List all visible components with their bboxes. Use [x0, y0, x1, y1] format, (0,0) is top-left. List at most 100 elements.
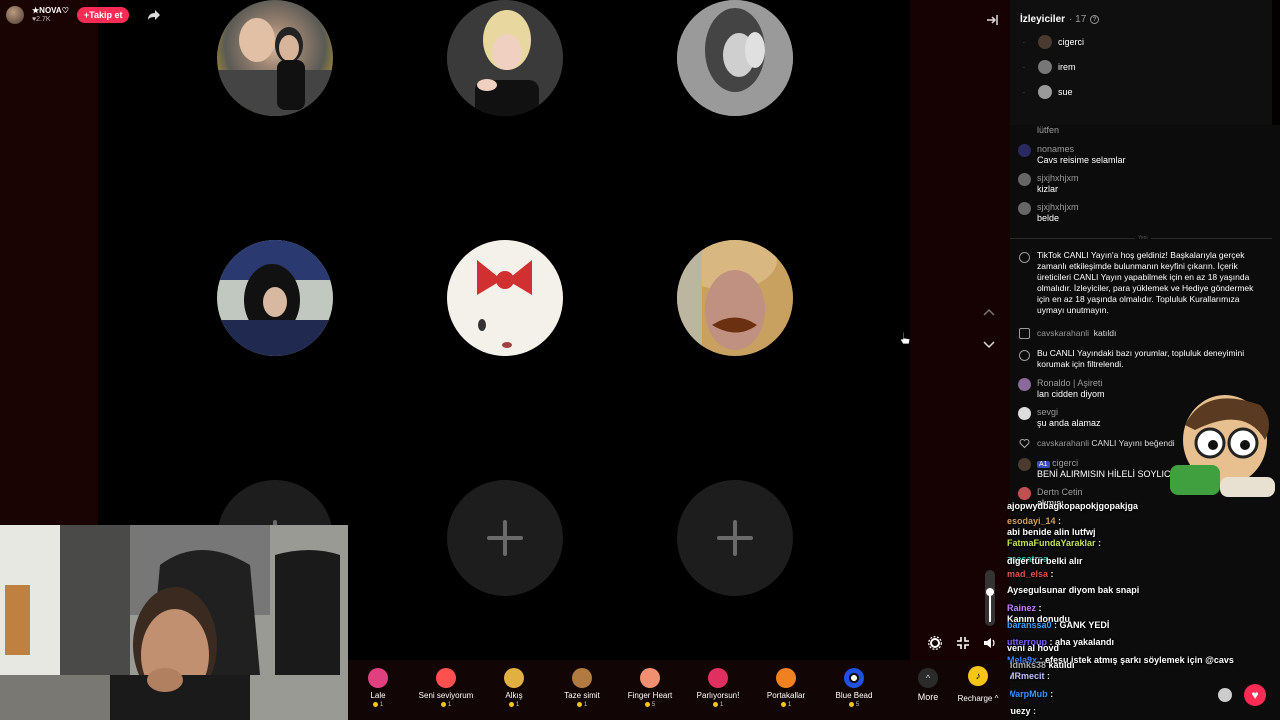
tiktok-live-screen: ★NOVA♡ ♥2.7K +Takip et İzleyiciler · 17 [0, 0, 1280, 720]
gift-item[interactable]: Finger Heart 5 [620, 668, 680, 708]
gift-item[interactable]: Portakallar 1 [756, 668, 816, 708]
guest-slot-4[interactable] [217, 240, 333, 356]
fullscreen-icon[interactable] [956, 636, 970, 650]
overlay-chat-line: ruezy : [1007, 706, 1036, 716]
gift-item[interactable]: Lale 1 [348, 668, 408, 708]
volume-icon[interactable] [983, 636, 997, 650]
join-username[interactable]: cavskarahanli [1037, 328, 1089, 338]
user-avatar[interactable] [1018, 202, 1031, 215]
overlay-chat-username: abi benide alin lutfwj [1007, 527, 1096, 537]
overlay-chat-username: FatmaFundaYaraklar [1007, 538, 1096, 548]
coin-icon [372, 702, 378, 707]
more-gifts-button[interactable]: ^ More [903, 668, 953, 702]
gift-price-value: 5 [855, 701, 860, 708]
system-welcome-message: TikTok CANLI Yayın'a hoş geldiniz! Başka… [1037, 250, 1254, 315]
gift-item[interactable]: Seni seviyorum 1 [416, 668, 476, 708]
guest-slot-1[interactable] [217, 0, 333, 116]
like-username[interactable]: cavskarahanli [1037, 438, 1089, 448]
viewer-item[interactable]: · irem [1010, 60, 1076, 74]
add-guest-slot-2[interactable] [447, 480, 563, 596]
guest-slot-6[interactable] [677, 240, 793, 356]
chevron-down-icon[interactable] [982, 340, 996, 350]
overlay-chat-username: Rainez [1007, 603, 1037, 613]
gift-label: Lale [370, 691, 386, 700]
gift-item[interactable]: Blue Bead 5 [824, 668, 884, 708]
guest-slot-3[interactable] [677, 0, 793, 116]
gift-price-value: 1 [583, 701, 588, 708]
add-guest-slot-3[interactable] [677, 480, 793, 596]
chevron-up-icon: ^ [918, 668, 938, 688]
viewers-panel: İzleyiciler · 17 ? · cigerci · irem · su… [1010, 0, 1272, 125]
guest-5-hello-kitty [447, 240, 563, 356]
divider-label: Yeni [1135, 235, 1151, 241]
gift-bar: Lale 1 Seni seviyorum 1 Alkış 1 Taze sim… [348, 660, 1010, 720]
overlay-chat-text: : [1055, 516, 1062, 526]
chat-username[interactable]: sjxjhxhjxm [1037, 202, 1079, 213]
user-avatar[interactable] [1018, 378, 1031, 391]
heart-icon[interactable]: ♥ [1244, 684, 1266, 706]
emoji-icon[interactable] [1218, 688, 1232, 702]
gift-price-value: 1 [787, 701, 792, 708]
volume-slider-knob[interactable] [986, 588, 994, 596]
info-icon[interactable]: ? [1090, 15, 1100, 24]
guest-1-portrait [217, 18, 333, 116]
gift-item[interactable]: Alkış 1 [484, 668, 544, 708]
user-avatar[interactable] [1018, 487, 1031, 500]
gift-price: 1 [712, 701, 723, 708]
collapse-panel-icon[interactable] [985, 13, 999, 27]
overlay-chat-text: : [1048, 569, 1054, 579]
gift-price-value: 1 [379, 701, 384, 708]
chat-username[interactable]: cigerci [1052, 458, 1078, 468]
like-action: CANLI Yayını beğendi [1091, 438, 1175, 448]
host-avatar[interactable] [6, 6, 24, 24]
chat-username[interactable]: sjxjhxhjxm [1037, 173, 1079, 184]
settings-icon[interactable] [928, 636, 942, 650]
user-avatar[interactable] [1018, 458, 1031, 471]
chevron-up-icon[interactable] [982, 307, 996, 317]
overlay-chat-username: diger tür belki alır [1007, 556, 1083, 566]
clap-icon [504, 668, 524, 688]
streamer-webcam [0, 525, 348, 720]
chat-username[interactable]: Dertn Cetin [1037, 487, 1083, 498]
overlay-chat-line: FatmaFundaYaraklar : [1007, 538, 1101, 548]
tulip-icon [368, 668, 388, 688]
host-name[interactable]: ★NOVA♡ [32, 7, 69, 15]
overlay-chat-username: MRmecit [1007, 671, 1045, 681]
gift-item[interactable]: Taze simit 1 [552, 668, 612, 708]
recharge-button[interactable]: ♪ Recharge ^ [950, 666, 1006, 714]
viewer-name: sue [1058, 87, 1073, 97]
viewer-item[interactable]: · sue [1010, 85, 1073, 99]
gift-label: Blue Bead [835, 691, 873, 700]
chat-username[interactable]: nonames [1037, 144, 1074, 155]
user-avatar[interactable] [1018, 144, 1031, 157]
gift-label: Seni seviyorum [418, 691, 474, 700]
guest-slot-2[interactable] [447, 0, 563, 116]
user-avatar[interactable] [1018, 407, 1031, 420]
volume-slider-fill [989, 592, 991, 622]
chat-text: Cavs reisime selamlar [1037, 155, 1126, 165]
viewer-item[interactable]: · cigerci [1010, 35, 1084, 49]
user-avatar[interactable] [1018, 173, 1031, 186]
guest-slot-5[interactable] [447, 240, 563, 356]
system-filter-message: Bu CANLI Yayındaki bazı yorumlar, toplul… [1037, 348, 1245, 369]
chat-username[interactable]: sevgi [1037, 407, 1058, 418]
viewer-avatar [1038, 35, 1052, 49]
volume-slider[interactable] [985, 570, 995, 626]
viewer-name: irem [1058, 62, 1076, 72]
gift-price: 1 [508, 701, 519, 708]
plus-icon [487, 520, 523, 556]
coin-icon [644, 702, 650, 707]
more-label: More [917, 692, 939, 702]
share-icon[interactable] [147, 9, 161, 21]
host-bar: ★NOVA♡ ♥2.7K +Takip et [6, 6, 161, 24]
overlay-chat-username: Aysegulsunar [1007, 585, 1067, 595]
evil-eye-icon [844, 668, 864, 688]
gift-label: Alkış [505, 691, 523, 700]
follow-button[interactable]: +Takip et [76, 7, 130, 23]
gift-label: Finger Heart [627, 691, 673, 700]
overlay-chat-text: : GANK YEDİ [1051, 620, 1110, 630]
join-icon [1019, 328, 1030, 339]
viewer-rank: · [1022, 62, 1026, 72]
gift-item[interactable]: Parlıyorsun! 1 [688, 668, 748, 708]
chat-username[interactable]: Ronaldo | Aşireti [1037, 378, 1102, 389]
